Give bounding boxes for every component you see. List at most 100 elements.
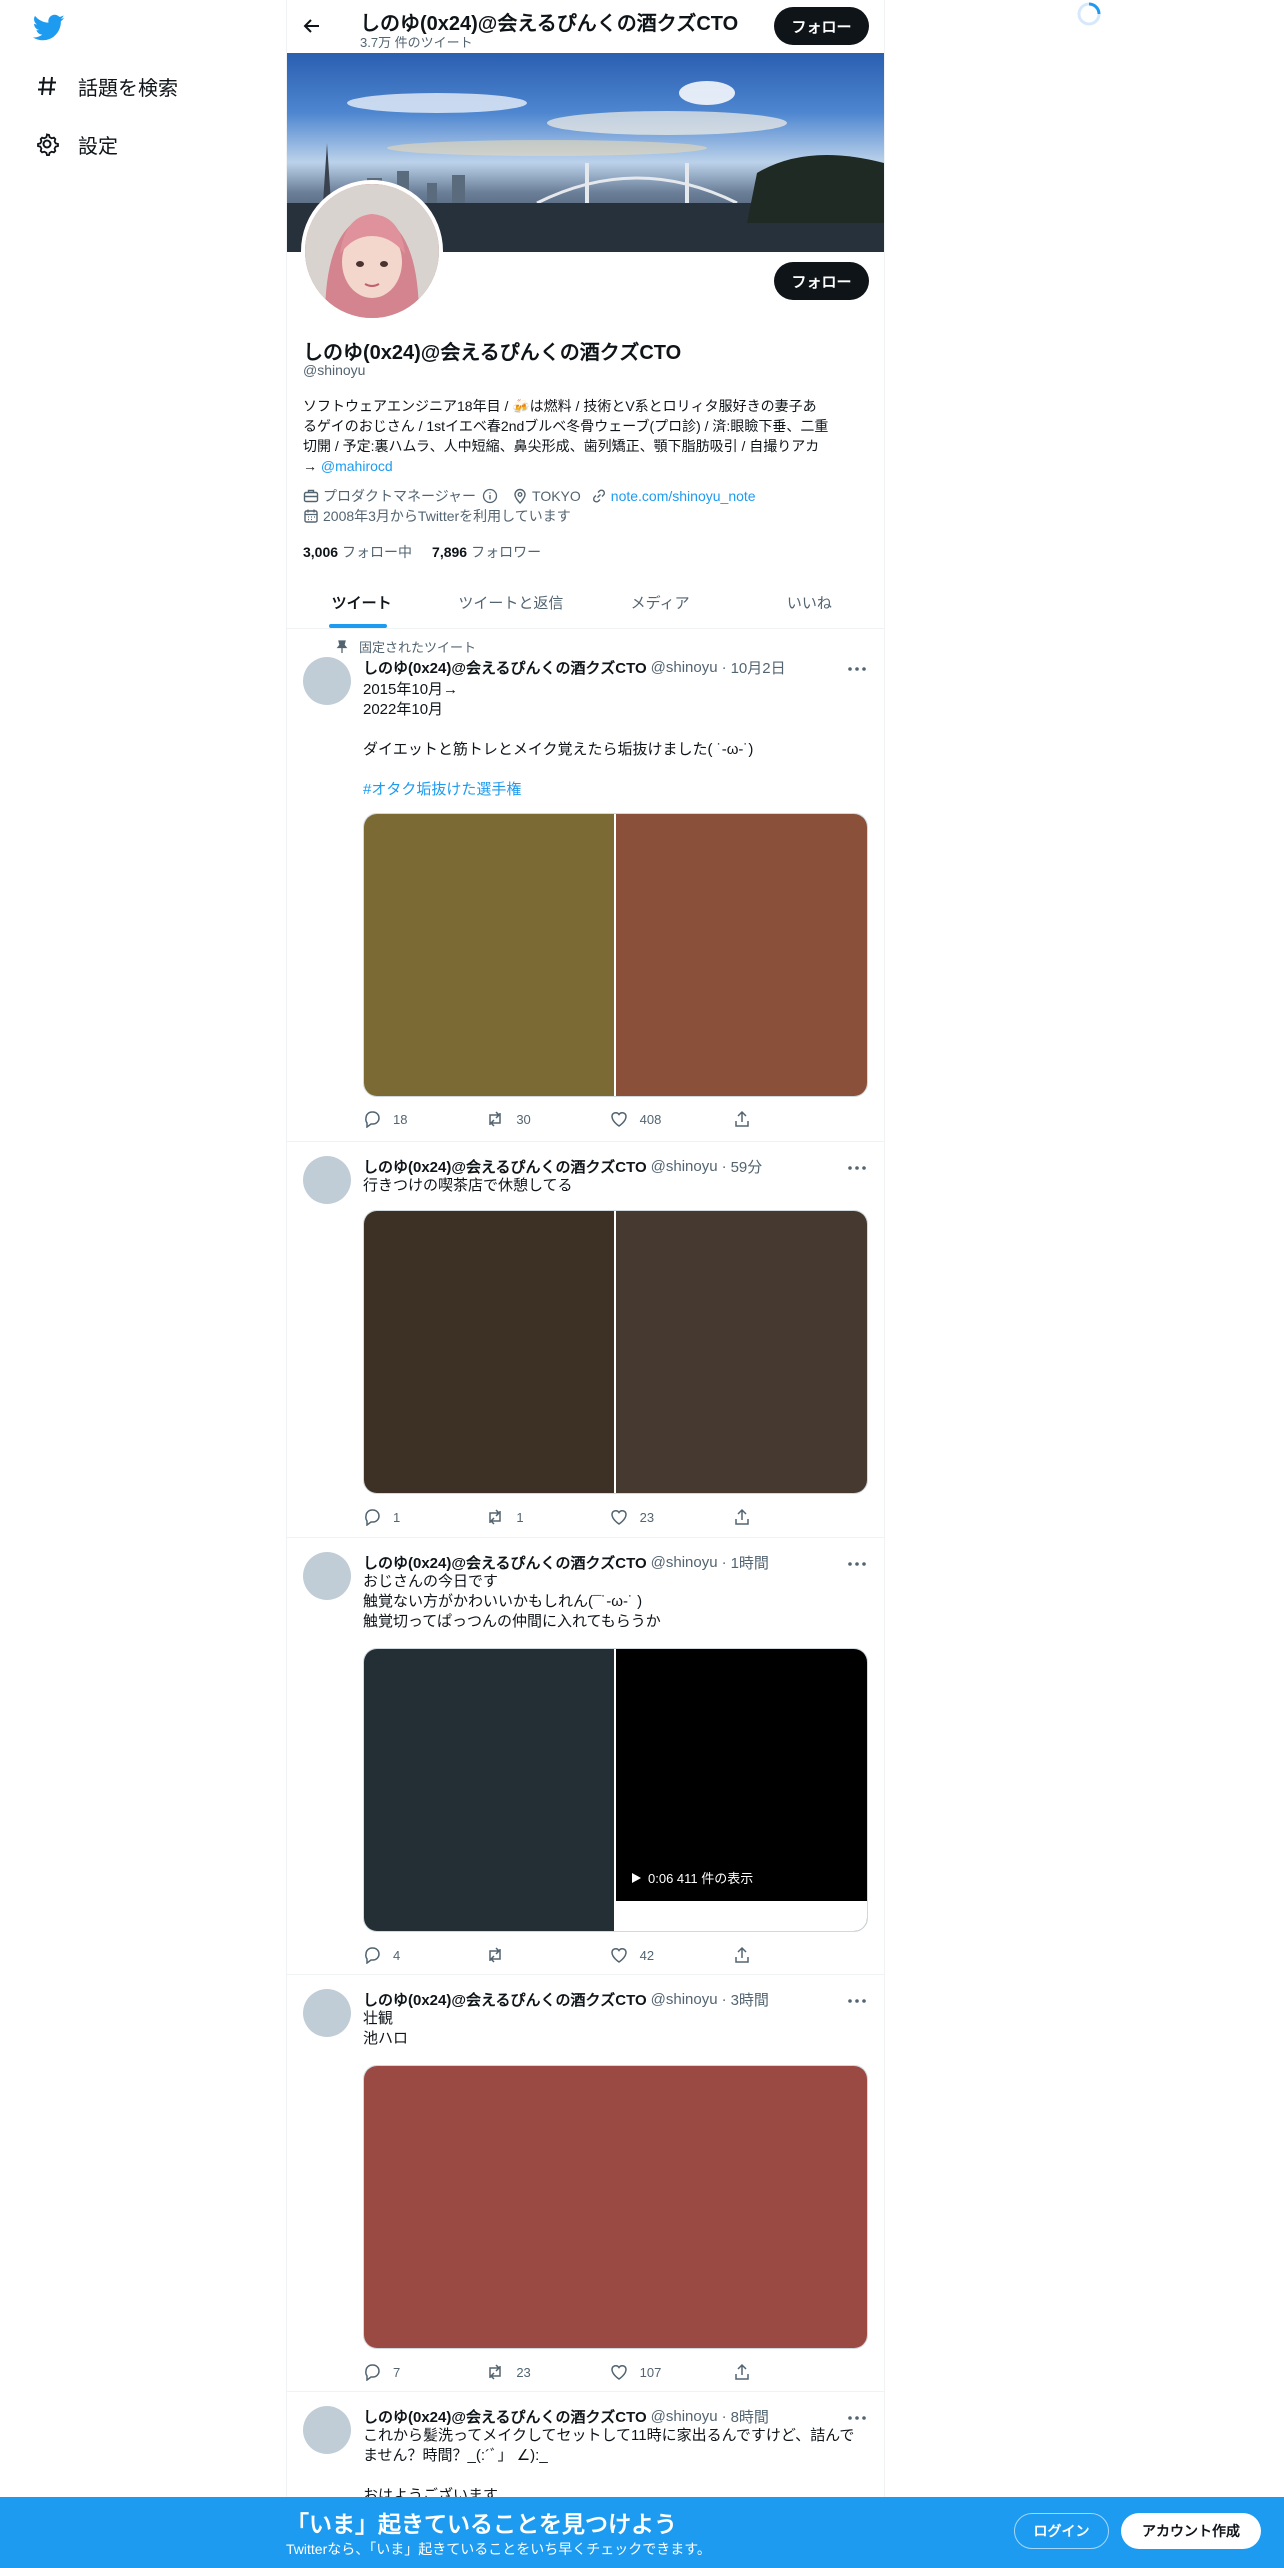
tweet-text: これから髪洗ってメイクしてセットして11時に家出るんですけど、詰んで ません？時… <box>363 2426 868 2506</box>
tweet-text-blank <box>363 720 868 740</box>
share-button[interactable] <box>733 1508 793 1526</box>
retweet-icon <box>489 1509 502 1525</box>
reply-button[interactable]: 4 <box>363 1946 423 1964</box>
tweet-text: 2015年10月→ 2022年10月 ダイエットと筋トレとメイク覚えたら垢抜けま… <box>363 680 868 800</box>
tweet-text-line: 触覚切ってぱっつんの仲間に入れてもらうか <box>363 1613 661 1630</box>
tweet-separator: · <box>721 2408 727 2425</box>
share-icon <box>735 1110 749 1127</box>
twitter-bird-icon[interactable] <box>32 14 65 42</box>
tweet-author-name[interactable]: しのゆ(0x24)@会えるぴんくの酒クズCTO <box>363 1552 647 1573</box>
share-button[interactable] <box>733 1946 793 1964</box>
followers-link[interactable]: 7,896 フォロワー <box>432 542 541 562</box>
retweet-button[interactable]: 30 <box>486 1110 546 1128</box>
tweet-header: しのゆ(0x24)@会えるぴんくの酒クズCTO @shinoyu · 10月2日 <box>363 657 786 678</box>
bio-line: 切開 / 予定:裏ハムラ、人中短縮、鼻尖形成、歯列矯正、顎下脂肪吸引 / 自撮り… <box>303 438 820 454</box>
retweet-count: 30 <box>516 1111 531 1127</box>
tweet-media-image[interactable] <box>616 1211 867 1493</box>
tweet-card[interactable]: しのゆ(0x24)@会えるぴんくの酒クズCTO @shinoyu · 3時間 壮… <box>287 1975 884 2392</box>
tab-tweets-and-replies[interactable]: ツイートと返信 <box>436 576 585 628</box>
more-options-icon[interactable] <box>846 660 868 678</box>
main-column: しのゆ(0x24)@会えるぴんくの酒クズCTO 3.7万 件のツイート フォロー <box>286 0 885 2568</box>
share-icon <box>735 1508 749 1525</box>
signup-prompt-subtitle: Twitterなら、「いま」起きていることをいち早くチェックできます。 <box>286 2541 711 2557</box>
tweet-media-image[interactable] <box>616 814 867 1096</box>
bio-line: ソフトウェアエンジニア18年目 / 🍻は燃料 / 技術とV系とロリィタ服好きの妻… <box>303 398 817 414</box>
tweet-media-image[interactable] <box>364 1211 616 1493</box>
reply-button[interactable]: 1 <box>363 1508 423 1526</box>
bio-arrow: → <box>303 458 321 474</box>
tweet-media-grid: 0:06 411 件の表示 <box>363 1648 868 1932</box>
tweet-card[interactable]: しのゆ(0x24)@会えるぴんくの酒クズCTO @shinoyu · 1時間 お… <box>287 1538 884 1975</box>
profile-job-label: プロダクトマネージャー <box>323 488 477 504</box>
tweet-author-name[interactable]: しのゆ(0x24)@会えるぴんくの酒クズCTO <box>363 1989 647 2010</box>
reply-count: 1 <box>393 1509 401 1525</box>
tweet-timestamp[interactable]: 1時間 <box>731 1552 769 1573</box>
profile-bio: ソフトウェアエンジニア18年目 / 🍻は燃料 / 技術とV系とロリィタ服好きの妻… <box>303 396 868 476</box>
tweet-separator: · <box>721 1554 727 1571</box>
tab-tweets[interactable]: ツイート <box>287 576 436 628</box>
tweet-card[interactable]: しのゆ(0x24)@会えるぴんくの酒クズCTO @shinoyu · 10月2日… <box>287 630 884 1142</box>
tab-media[interactable]: メディア <box>586 576 735 628</box>
signup-prompt-title: 「いま」起きていることを見つけよう <box>286 2511 677 2537</box>
tweet-card[interactable]: しのゆ(0x24)@会えるぴんくの酒クズCTO @shinoyu · 59分 行… <box>287 1142 884 1538</box>
like-count: 42 <box>639 1947 655 1963</box>
tweet-avatar[interactable] <box>303 1156 351 1204</box>
tweet-media-video[interactable]: 0:06 411 件の表示 <box>616 1649 867 1931</box>
more-options-icon[interactable] <box>846 2409 868 2427</box>
tweet-avatar[interactable] <box>303 1989 351 2037</box>
tweet-header: しのゆ(0x24)@会えるぴんくの酒クズCTO @shinoyu · 3時間 <box>363 1989 769 2010</box>
share-button[interactable] <box>733 1110 793 1128</box>
retweet-button[interactable]: 23 <box>486 2363 546 2381</box>
tweet-author-name[interactable]: しのゆ(0x24)@会えるぴんくの酒クズCTO <box>363 2406 647 2427</box>
tab-likes[interactable]: いいね <box>735 576 884 628</box>
tweet-timestamp[interactable]: 59分 <box>731 1156 763 1177</box>
more-options-icon[interactable] <box>846 1555 868 1573</box>
retweet-icon <box>489 1111 502 1127</box>
sidebar-item-explore[interactable]: 話題を検索 <box>34 66 178 106</box>
tweet-actions: 1 1 23 <box>363 1508 793 1526</box>
tweet-media-image[interactable] <box>364 1649 616 1931</box>
reply-icon <box>365 1111 380 1128</box>
tweet-media-image[interactable] <box>364 814 616 1096</box>
tweet-author-name[interactable]: しのゆ(0x24)@会えるぴんくの酒クズCTO <box>363 657 647 678</box>
like-button[interactable]: 408 <box>610 1110 670 1128</box>
profile-avatar[interactable] <box>301 180 443 322</box>
sidebar-item-settings[interactable]: 設定 <box>34 124 118 164</box>
bio-mention-link[interactable]: @mahirocd <box>321 458 393 474</box>
following-label: フォロー中 <box>342 544 413 560</box>
more-options-icon[interactable] <box>846 1992 868 2010</box>
like-button[interactable]: 23 <box>610 1508 670 1526</box>
follow-button-header[interactable]: フォロー <box>774 7 869 45</box>
following-link[interactable]: 3,006 フォロー中 <box>303 542 412 562</box>
follow-button[interactable]: フォロー <box>774 262 869 300</box>
share-button[interactable] <box>733 2363 793 2381</box>
like-count: 408 <box>639 1111 662 1127</box>
signup-button[interactable]: アカウント作成 <box>1121 2513 1261 2549</box>
reply-button[interactable]: 7 <box>363 2363 423 2381</box>
tweet-avatar[interactable] <box>303 2406 351 2454</box>
reply-button[interactable]: 18 <box>363 1110 423 1128</box>
tweet-author-name[interactable]: しのゆ(0x24)@会えるぴんくの酒クズCTO <box>363 1156 647 1177</box>
gear-icon <box>34 131 60 157</box>
tweet-author-handle: @shinoyu <box>650 659 718 676</box>
info-icon <box>482 488 498 504</box>
more-options-icon[interactable] <box>846 1159 868 1177</box>
heart-icon <box>610 1948 627 1963</box>
tweet-avatar[interactable] <box>303 1552 351 1600</box>
calendar-icon <box>304 509 318 523</box>
back-arrow-icon[interactable] <box>299 13 325 39</box>
tweet-timestamp[interactable]: 8時間 <box>731 2406 769 2427</box>
like-button[interactable]: 42 <box>610 1946 670 1964</box>
tweet-hashtag-link[interactable]: #オタク垢抜けた選手権 <box>363 780 868 800</box>
bio-line: → @mahirocd <box>303 456 868 476</box>
tweet-timestamp[interactable]: 3時間 <box>731 1989 769 2010</box>
tweet-media-image[interactable] <box>364 2066 867 2348</box>
login-button[interactable]: ログイン <box>1014 2513 1109 2549</box>
retweet-button[interactable] <box>486 1946 546 1964</box>
profile-website-link[interactable]: note.com/shinoyu_note <box>611 488 756 504</box>
retweet-button[interactable]: 1 <box>486 1508 546 1526</box>
tweet-avatar[interactable] <box>303 657 351 705</box>
tweet-timestamp[interactable]: 10月2日 <box>731 657 786 678</box>
like-button[interactable]: 107 <box>610 2363 670 2381</box>
tweet-actions: 7 23 107 <box>363 2363 793 2381</box>
